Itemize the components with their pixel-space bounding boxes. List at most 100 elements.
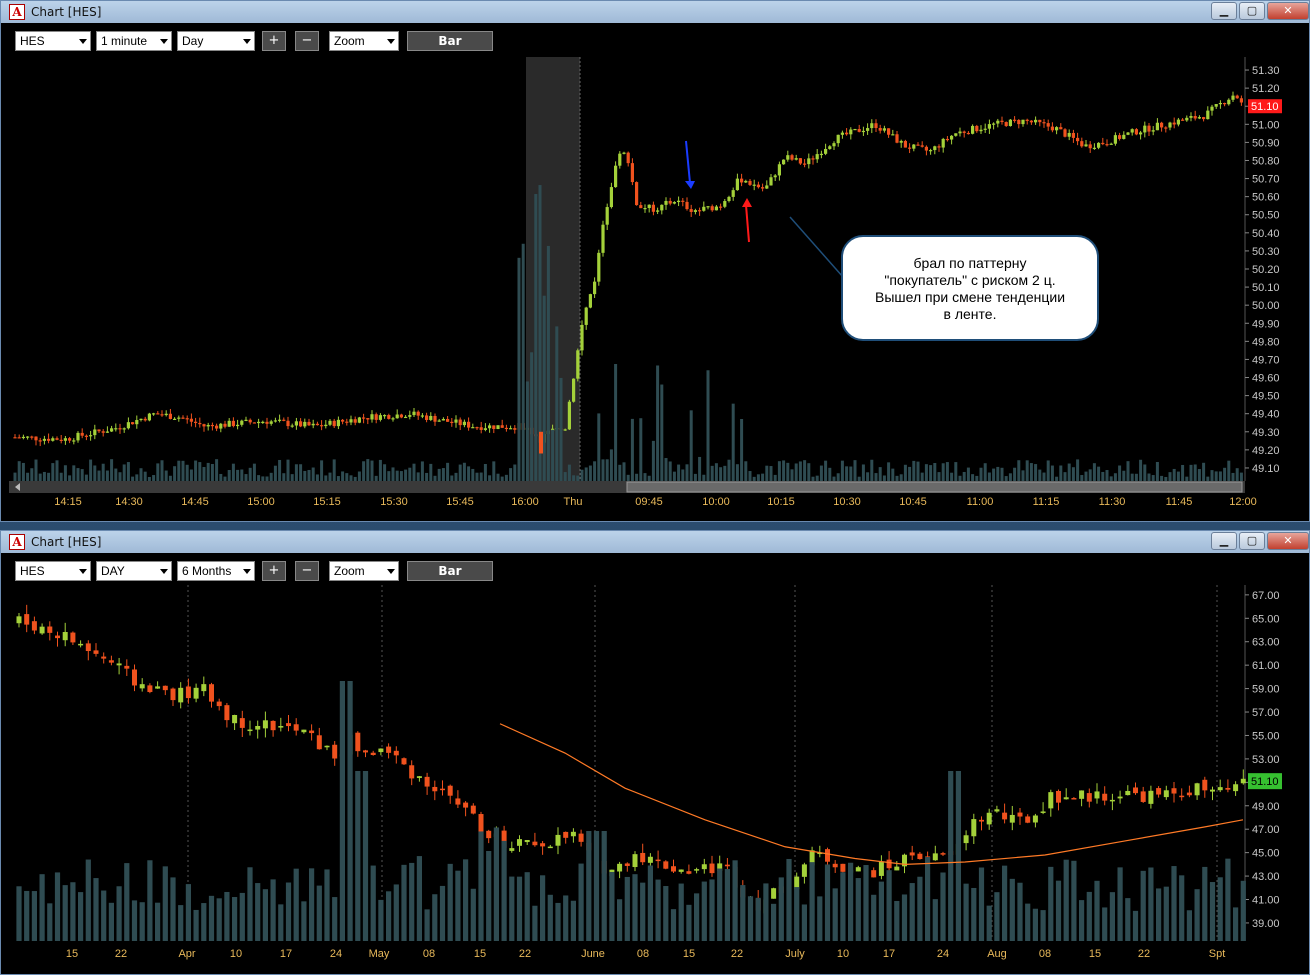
volume-bar	[31, 891, 37, 941]
time-tick-label: 15:30	[380, 496, 408, 508]
minimize-button[interactable]: ▁	[1211, 2, 1237, 20]
volume-bar	[828, 467, 832, 481]
volume-bar	[817, 896, 823, 941]
bar-button[interactable]: Bar	[407, 561, 493, 581]
candle-body	[1040, 811, 1046, 813]
zoom-select[interactable]: Zoom	[329, 561, 399, 581]
candle-body	[349, 419, 353, 423]
top-title-bar[interactable]: A Chart [HES] ▁ ▢ ✕	[1, 1, 1309, 23]
volume-bar	[958, 475, 962, 481]
candle-body	[93, 429, 97, 436]
candle-body	[55, 635, 60, 639]
symbol-select[interactable]: HES	[15, 31, 91, 51]
volume-bar	[294, 464, 298, 481]
daily-chart[interactable]: 67.00 65.00 63.00 61.00 59.00 57.00 55.00 53.00…	[5, 585, 1305, 973]
candle-body	[479, 427, 483, 430]
candle-body	[1055, 127, 1059, 131]
volume-bar	[824, 864, 831, 941]
volume-bar	[1101, 471, 1105, 481]
bar-button[interactable]: Bar	[407, 31, 493, 51]
price-tick-label: 50.50	[1252, 210, 1280, 222]
period-select[interactable]: Day	[177, 31, 255, 51]
candle-body	[59, 439, 63, 442]
zoom-out-button[interactable]: −	[295, 31, 319, 51]
volume-bar	[801, 904, 807, 941]
volume-bar	[1122, 470, 1126, 481]
zoom-select[interactable]: Zoom	[329, 31, 399, 51]
volume-bar	[597, 413, 601, 481]
volume-bar	[747, 896, 754, 941]
candle-body	[647, 204, 651, 208]
volume-bar	[855, 878, 861, 941]
date-tick-label: Spt	[1209, 948, 1226, 960]
candle-body	[1186, 792, 1192, 796]
volume-bar	[994, 892, 1000, 941]
annotation-callout: брал по паттерну "покупатель" с риском 2…	[841, 235, 1099, 341]
close-button[interactable]: ✕	[1267, 532, 1309, 550]
zoom-in-button[interactable]: +	[262, 31, 286, 51]
candle-body	[1168, 122, 1172, 128]
volume-bar	[685, 464, 689, 481]
volume-bar	[303, 470, 307, 481]
volume-bar	[819, 465, 823, 481]
interval-select[interactable]: 1 minute	[96, 31, 172, 51]
candle-body	[181, 417, 185, 419]
volume-bar	[840, 872, 846, 941]
candle-body	[483, 428, 487, 430]
candle-body	[450, 421, 454, 424]
volume-bar	[701, 881, 707, 941]
candle-body	[698, 210, 702, 212]
volume-bar	[1105, 470, 1109, 481]
volume-bar	[849, 466, 853, 481]
volume-bar	[635, 473, 639, 481]
maximize-button[interactable]: ▢	[1239, 2, 1265, 20]
volume-bar	[580, 469, 584, 481]
interval-select[interactable]: DAY	[96, 561, 172, 581]
volume-bar	[139, 902, 145, 941]
price-tick-label: 49.50	[1252, 391, 1280, 403]
volume-bar	[807, 463, 811, 481]
candle-body	[861, 130, 865, 133]
volume-bar	[210, 464, 214, 481]
maximize-button[interactable]: ▢	[1239, 532, 1265, 550]
date-tick-label: Aug	[987, 948, 1007, 960]
candle-body	[963, 835, 969, 844]
symbol-value: HES	[20, 34, 45, 48]
volume-bar	[124, 863, 130, 941]
volume-bar	[26, 472, 30, 481]
date-tick-label: 17	[883, 948, 895, 960]
volume-bar	[429, 463, 433, 481]
close-button[interactable]: ✕	[1267, 2, 1309, 20]
time-tick-label: 14:15	[54, 496, 82, 508]
candle-body	[609, 187, 613, 208]
volume-bar	[901, 894, 908, 941]
volume-bar	[719, 467, 723, 481]
volume-bar	[391, 467, 395, 481]
bottom-title-bar[interactable]: A Chart [HES] ▁ ▢ ✕	[1, 531, 1309, 553]
candle-body	[378, 415, 382, 420]
symbol-select[interactable]: HES	[15, 561, 91, 581]
price-tick-label: 50.20	[1252, 264, 1280, 276]
candle-body	[370, 414, 374, 420]
volume-bar	[530, 352, 534, 481]
zoom-out-button[interactable]: −	[295, 561, 319, 581]
candle-body	[1231, 95, 1235, 100]
candle-body	[162, 685, 168, 691]
candle-body	[353, 419, 357, 423]
zoom-in-button[interactable]: +	[262, 561, 286, 581]
volume-bar	[601, 831, 607, 941]
candle-body	[986, 812, 992, 825]
period-select[interactable]: 6 Months	[177, 561, 255, 581]
volume-bar	[1063, 472, 1067, 481]
candle-body	[164, 413, 168, 416]
candle-body	[513, 428, 517, 430]
minimize-button[interactable]: ▁	[1211, 532, 1237, 550]
date-tick-label: 24	[330, 948, 342, 960]
volume-bar	[118, 472, 122, 481]
volume-bar	[614, 364, 618, 481]
volume-bar	[524, 872, 530, 941]
candle-body	[1181, 119, 1185, 121]
intraday-chart[interactable]: 51.30 51.20 51.10 51.00 50.90 50.80 50.70 50.60…	[5, 57, 1305, 519]
candle-body	[391, 418, 395, 420]
volume-bar	[1048, 866, 1054, 941]
